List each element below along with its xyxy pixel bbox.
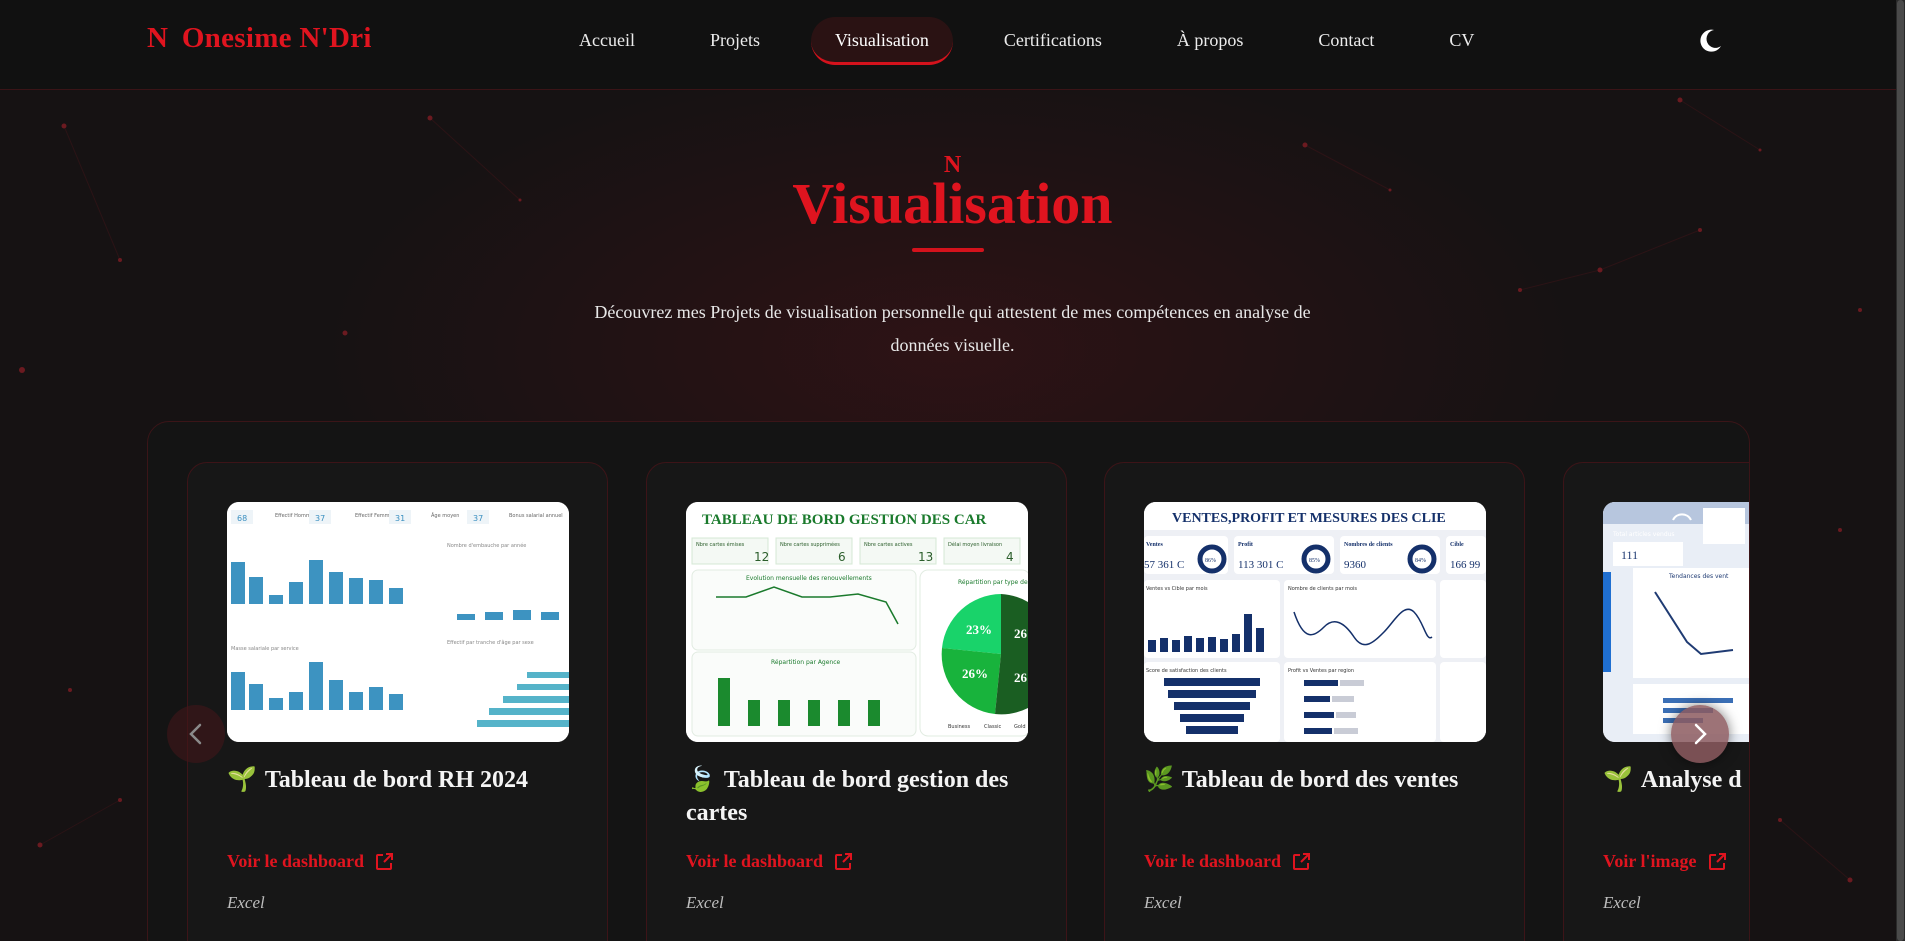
legend-item: Business <box>948 724 970 730</box>
nav-item-accueil[interactable]: Accueil <box>555 17 659 65</box>
kpi-value: 37 <box>315 514 325 523</box>
theme-toggle-button[interactable] <box>1695 26 1725 56</box>
thumb-header: VENTES,PROFIT ET MESURES DES CLIE <box>1172 511 1446 526</box>
card-title: 🌱 Analyse d <box>1603 765 1742 793</box>
nav-item-contact[interactable]: Contact <box>1294 17 1398 65</box>
dashboard-thumbnail-rh[interactable]: 68 Effectif Hommes 37 Effectif Femmes 31… <box>227 502 569 742</box>
kpi-label: Total articles vendus <box>1612 531 1675 538</box>
card-tool-tag: Excel <box>1144 893 1182 912</box>
nav-item-visualisation[interactable]: Visualisation <box>810 17 953 65</box>
nav-item-a-propos[interactable]: À propos <box>1153 17 1268 65</box>
kpi-value: 166 99 <box>1450 559 1481 571</box>
chart-label: Ventes vs Cible par mois <box>1146 586 1208 592</box>
nav-item-cv[interactable]: CV <box>1425 17 1498 65</box>
external-link-icon <box>835 852 853 870</box>
pie-pct: 26% <box>962 666 988 681</box>
kpi-value: 13 <box>918 550 933 564</box>
kpi-label: Âge moyen <box>431 512 459 519</box>
moon-icon <box>1700 29 1721 52</box>
view-dashboard-link[interactable]: Voir le dashboard <box>1144 851 1311 872</box>
kpi-pct: 84% <box>1415 558 1426 564</box>
nav-item-projets[interactable]: Projets <box>686 17 784 65</box>
page-title: Visualisation <box>792 171 1113 236</box>
external-link-icon <box>376 852 394 870</box>
external-link-icon <box>1293 852 1311 870</box>
card-title: 🌿 Tableau de bord des ventes <box>1144 765 1459 793</box>
title-underline <box>912 248 984 252</box>
dashboard-thumbnail-ventes[interactable]: VENTES,PROFIT ET MESURES DES CLIE Ventes… <box>1144 502 1486 742</box>
seedling-icon: 🌱 <box>227 765 257 793</box>
kpi-value: 111 <box>1621 548 1638 562</box>
project-card: Total articles vendus 111 Tendances des … <box>1563 462 1749 941</box>
card-title: 🍃 Tableau de bord gestion des cartes <box>686 765 1009 826</box>
kpi-value: 4 <box>1006 550 1014 564</box>
chart-label: Répartition par type de <box>958 579 1028 586</box>
kpi-label: Nbre cartes émises <box>696 541 745 548</box>
chart-label: Evolution mensuelle des renouvellements <box>746 575 872 582</box>
brand-mark: N <box>147 22 169 54</box>
thumb-header: TABLEAU DE BORD GESTION DES CAR <box>702 512 987 528</box>
chevron-right-icon <box>1694 723 1707 745</box>
external-link-icon <box>1708 852 1726 870</box>
kpi-value: 57 361 C <box>1144 559 1184 571</box>
chevron-left-icon <box>189 723 202 745</box>
legend-item: Gold <box>1014 724 1026 730</box>
leaf-icon: 🍃 <box>686 765 716 793</box>
view-dashboard-link[interactable]: Voir le dashboard <box>227 851 394 872</box>
kpi-value: 37 <box>473 514 483 523</box>
top-navbar: N Onesime N'Dri Accueil Projets Visualis… <box>0 0 1905 90</box>
analysis-thumbnail[interactable]: Total articles vendus 111 Tendances des … <box>1603 502 1749 742</box>
kpi-label: Cible <box>1450 542 1464 548</box>
kpi-label: Profit <box>1238 542 1253 548</box>
pie-pct: 23% <box>966 622 992 637</box>
card-tool-tag: Excel <box>686 893 724 912</box>
pie-pct: 26% <box>1014 670 1028 685</box>
herb-icon: 🌿 <box>1144 765 1174 793</box>
chart-label: Tendances des vent <box>1668 573 1729 580</box>
dashboard-thumbnail-cartes[interactable]: TABLEAU DE BORD GESTION DES CAR Nbre car… <box>686 502 1028 742</box>
seedling-icon: 🌱 <box>1603 765 1633 793</box>
brand-name: Onesime N'Dri <box>181 22 372 54</box>
nav-item-certifications[interactable]: Certifications <box>980 17 1126 65</box>
view-image-link[interactable]: Voir l'image <box>1603 851 1727 872</box>
kpi-pct: 86% <box>1205 558 1216 564</box>
kpi-label: Bonus salarial annuel <box>509 513 563 519</box>
kpi-pct: 85% <box>1309 558 1320 564</box>
kpi-label: Nombres de clients <box>1344 542 1393 548</box>
project-card: 68 Effectif Hommes 37 Effectif Femmes 31… <box>187 462 608 941</box>
pie-pct: 26% <box>1014 626 1028 641</box>
kpi-value: 12 <box>754 550 769 564</box>
chart-label: Nombre de clients par mois <box>1288 586 1357 592</box>
kpi-label: Nbre cartes actives <box>864 542 913 548</box>
carousel-prev-button[interactable] <box>167 705 225 763</box>
kpi-value: 9360 <box>1344 559 1367 571</box>
card-tool-tag: Excel <box>1603 893 1641 912</box>
nav-links: Accueil Projets Visualisation Certificat… <box>555 17 1525 65</box>
chart-label: Effectif par tranche d'âge par sexe <box>447 639 534 646</box>
kpi-value: 113 301 C <box>1238 559 1283 571</box>
brand-logo[interactable]: N Onesime N'Dri <box>147 22 372 55</box>
chart-label: Profit vs Ventes par region <box>1288 668 1354 674</box>
kpi-label: Nbre cartes supprimées <box>780 541 840 548</box>
carousel-next-button[interactable] <box>1671 705 1729 763</box>
kpi-label: Ventes <box>1146 542 1163 548</box>
page-scrollbar[interactable] <box>1896 0 1905 941</box>
kpi-value: 31 <box>395 514 405 523</box>
legend-item: Classic <box>984 724 1002 730</box>
visualisation-carousel: 68 Effectif Hommes 37 Effectif Femmes 31… <box>147 421 1750 941</box>
kpi-value: 6 <box>838 550 846 564</box>
page-description: Découvrez mes Projets de visualisation p… <box>594 302 1311 355</box>
view-dashboard-link[interactable]: Voir le dashboard <box>686 851 853 872</box>
kpi-label: Délai moyen livraison <box>948 541 1002 548</box>
chart-label: Score de satisfaction des clients <box>1146 668 1227 674</box>
chart-label: Masse salariale par service <box>231 646 299 652</box>
chart-label: Répartition par Agence <box>771 659 841 666</box>
project-card: VENTES,PROFIT ET MESURES DES CLIE Ventes… <box>1104 462 1525 941</box>
card-tool-tag: Excel <box>227 893 265 912</box>
project-card: TABLEAU DE BORD GESTION DES CAR Nbre car… <box>646 462 1067 941</box>
chart-label: Nombre d'embauche par année <box>447 542 526 549</box>
kpi-value: 68 <box>237 514 247 523</box>
scrollbar-thumb[interactable] <box>1897 0 1904 941</box>
card-title: 🌱 Tableau de bord RH 2024 <box>227 765 529 793</box>
